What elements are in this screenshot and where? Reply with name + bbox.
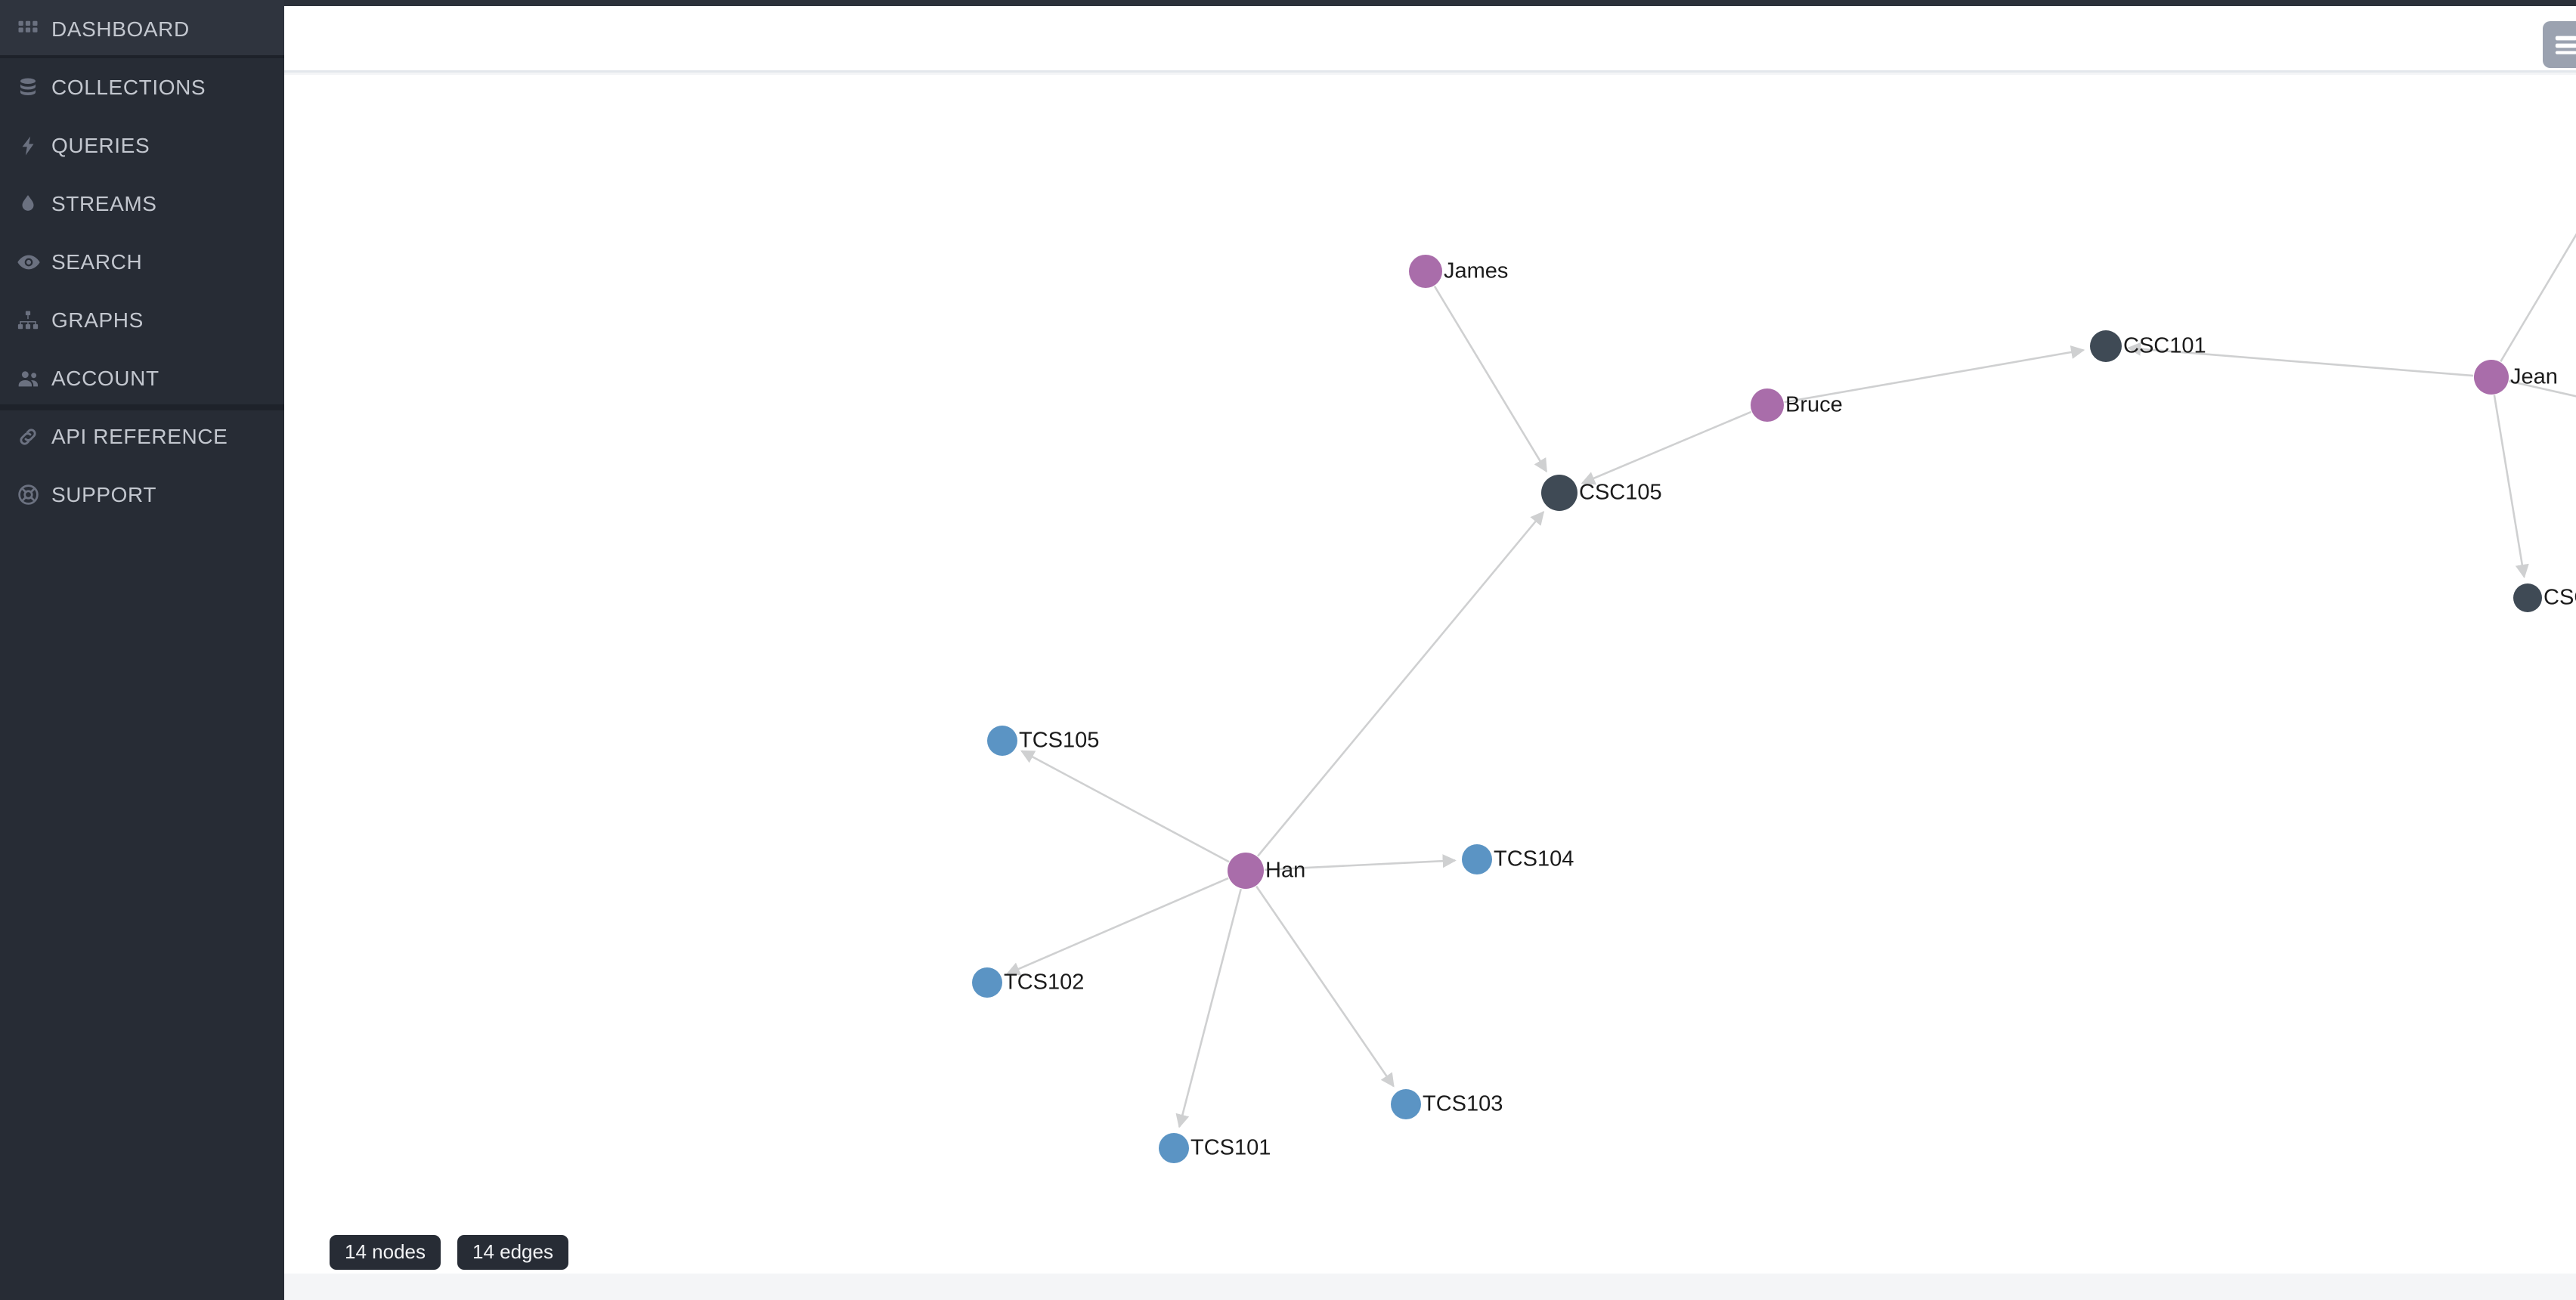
users-icon (17, 364, 51, 394)
graph-node-csc105[interactable] (1541, 475, 1577, 511)
top-bar (284, 6, 2576, 73)
bolt-icon (17, 131, 51, 161)
graph-edge (1264, 854, 1457, 871)
link-icon (17, 422, 51, 452)
graph-edge (1784, 345, 2085, 404)
sidebar-item-label: SEARCH (51, 249, 143, 274)
sidebar: DASHBOARD COLLECTIONS QUERIES STREAMS SEARCH… (0, 0, 284, 1300)
graph-edge (1433, 286, 1548, 473)
main-content: JamesBruceJeanHanCSC101CSC102CSC103CSC10… (284, 0, 2576, 1300)
graph-edge (1256, 510, 1545, 857)
database-icon (17, 73, 51, 103)
sitemap-icon (17, 305, 51, 336)
graph-node-tcs102[interactable] (972, 967, 1002, 998)
graph-node-tcs104[interactable] (1462, 844, 1492, 874)
sidebar-item-label: GRAPHS (51, 308, 144, 332)
graph-node-tcs101[interactable] (1159, 1133, 1189, 1163)
graph-edge (1175, 888, 1242, 1128)
node-count-badge[interactable]: 14 nodes (330, 1235, 441, 1270)
sidebar-item-account[interactable]: ACCOUNT (0, 349, 284, 407)
graph-canvas[interactable]: JamesBruceJeanHanCSC101CSC102CSC103CSC10… (284, 75, 2576, 1274)
graph-edge (1020, 750, 1230, 863)
legend-list-icon-button[interactable] (2543, 21, 2576, 68)
sidebar-item-dashboard[interactable]: DASHBOARD (0, 0, 284, 58)
graph-edge (2509, 380, 2576, 398)
sidebar-item-label: DASHBOARD (51, 17, 190, 41)
graph-svg (972, 152, 2576, 1163)
graph-node-tcs105[interactable] (987, 726, 1017, 756)
graph-node-csc103[interactable] (2513, 583, 2542, 612)
graph-node-bruce[interactable] (1751, 388, 1784, 422)
legend-list-icon (2553, 32, 2576, 57)
sidebar-item-label: ACCOUNT (51, 366, 159, 390)
sidebar-item-queries[interactable]: QUERIES (0, 116, 284, 175)
footer-bar (284, 1274, 2576, 1300)
graph-node-csc101[interactable] (2090, 330, 2122, 362)
graph-edge (1255, 885, 1395, 1088)
graph-edge (2127, 342, 2474, 377)
sidebar-nav-list: DASHBOARD COLLECTIONS QUERIES STREAMS SEARCH… (0, 0, 284, 524)
sidebar-item-graphs[interactable]: GRAPHS (0, 291, 284, 349)
graph-edges (1005, 233, 2576, 1128)
graph-edge (2500, 233, 2576, 363)
graph-edge (1581, 410, 1752, 485)
graph-edge (1005, 877, 1229, 976)
sidebar-item-label: QUERIES (51, 133, 150, 157)
graph-node-jean[interactable] (2474, 360, 2509, 395)
sidebar-item-streams[interactable]: STREAMS (0, 175, 284, 233)
sidebar-item-label: SUPPORT (51, 482, 157, 506)
droplet-icon (17, 189, 51, 219)
graph-node-james[interactable] (1409, 255, 1442, 288)
edge-count-badge[interactable]: 14 edges (457, 1235, 568, 1270)
eye-icon (17, 247, 51, 277)
app-root: DASHBOARD COLLECTIONS QUERIES STREAMS SEARCH… (0, 0, 2576, 1300)
sidebar-item-label: COLLECTIONS (51, 75, 206, 99)
lifebuoy-icon (17, 480, 51, 510)
graph-stats: 14 nodes 14 edges (330, 1235, 568, 1270)
sidebar-item-label: STREAMS (51, 191, 157, 215)
grid-icon (17, 14, 51, 45)
sidebar-item-collections[interactable]: COLLECTIONS (0, 58, 284, 116)
sidebar-item-api-reference[interactable]: API REFERENCE (0, 407, 284, 466)
graph-node-han[interactable] (1228, 853, 1264, 889)
sidebar-item-search[interactable]: SEARCH (0, 233, 284, 291)
sidebar-item-support[interactable]: SUPPORT (0, 466, 284, 524)
graph-node-tcs103[interactable] (1391, 1089, 1421, 1119)
graph-edge (2493, 395, 2529, 579)
top-strip (284, 0, 2576, 6)
graph-nodes[interactable] (972, 152, 2576, 1163)
sidebar-item-label: API REFERENCE (51, 424, 228, 448)
